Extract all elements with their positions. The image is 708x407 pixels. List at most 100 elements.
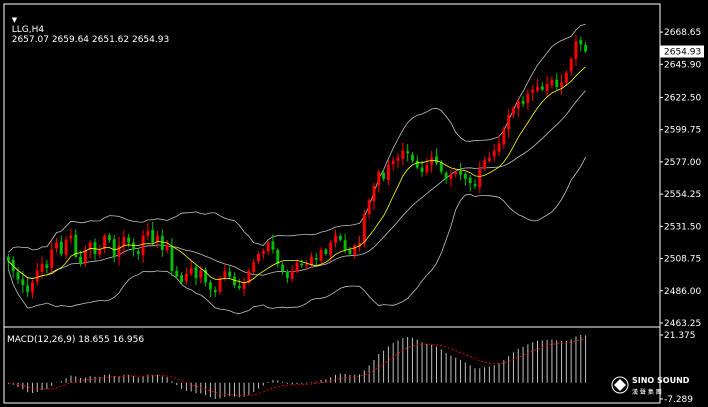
- candle-body: [26, 285, 30, 293]
- candle-body: [584, 44, 588, 52]
- candle-body: [497, 143, 501, 152]
- candle-body: [141, 235, 145, 255]
- candle-body: [213, 290, 217, 293]
- candle-body: [454, 171, 458, 174]
- candle-body: [59, 241, 63, 254]
- candle-body: [512, 108, 515, 115]
- candle-body: [420, 167, 424, 172]
- candle-body: [170, 246, 174, 271]
- candle-body: [362, 214, 366, 244]
- candle-body: [31, 282, 34, 293]
- candle-body: [560, 82, 563, 87]
- candle-body: [459, 171, 462, 175]
- candle-body: [136, 251, 140, 254]
- candle-body: [487, 157, 491, 162]
- candle-body: [367, 200, 371, 215]
- macd-indicator-label: MACD(12,26,9) 18.655 16.956: [7, 335, 144, 345]
- candle-body: [410, 154, 414, 161]
- candle-body: [151, 229, 155, 243]
- candle-body: [382, 172, 386, 179]
- candle-body: [377, 171, 381, 186]
- candle-body: [569, 58, 573, 72]
- candle-body: [103, 235, 107, 249]
- candle-body: [242, 282, 246, 290]
- candle-body: [218, 278, 222, 292]
- y-tick-label: 2531.50: [664, 222, 701, 232]
- candle-body: [290, 270, 294, 279]
- candle-body: [165, 245, 169, 250]
- candle-body: [281, 264, 285, 271]
- candle-body: [483, 160, 487, 169]
- candle-body: [146, 231, 150, 236]
- candle-body: [21, 279, 25, 286]
- y-tick-label: 2645.90: [664, 60, 701, 70]
- price-chart[interactable]: 2668.65 2645.90 2622.50 2599.75 2577.00 2554.…: [0, 0, 708, 407]
- candle-body: [386, 164, 390, 181]
- candle-body: [343, 240, 347, 250]
- candle-body: [257, 253, 260, 262]
- candle-body: [415, 160, 419, 168]
- candle-body: [334, 235, 337, 243]
- candle-body: [579, 40, 583, 45]
- candle-body: [40, 263, 44, 272]
- candle-body: [295, 262, 299, 272]
- candle-body: [444, 172, 448, 179]
- y-tick-label: 2622.50: [664, 93, 701, 103]
- candle-body: [98, 249, 102, 255]
- y-tick-label: 2599.75: [664, 126, 701, 136]
- candle-body: [478, 168, 482, 188]
- candle-body: [550, 79, 554, 86]
- candle-body: [45, 264, 49, 269]
- candle-body: [35, 270, 39, 282]
- candle-body: [353, 245, 357, 255]
- candle-body: [507, 115, 511, 130]
- y-tick-label: 2668.65: [664, 28, 701, 38]
- candle-body: [305, 263, 309, 265]
- candle-body: [372, 185, 376, 202]
- candle-body: [16, 272, 20, 280]
- y-tick-label: 2577.00: [664, 158, 701, 168]
- candle-body: [261, 251, 265, 254]
- y-tick-label: 2463.25: [664, 319, 701, 329]
- candle-body: [228, 271, 232, 277]
- candle-body: [117, 245, 121, 258]
- candle-body: [189, 268, 193, 274]
- candle-body: [492, 150, 496, 157]
- macd-y-tick-label: 21.375: [664, 331, 696, 341]
- candle-body: [194, 267, 198, 279]
- y-tick-label: 2486.00: [664, 287, 701, 297]
- candle-body: [208, 282, 212, 290]
- candle-body: [276, 249, 280, 264]
- candle-body: [175, 270, 179, 277]
- candle-body: [300, 263, 304, 266]
- candle-body: [425, 164, 429, 173]
- candle-body: [439, 162, 443, 172]
- candle-body: [132, 242, 135, 250]
- watermark-sub: 漢 聲 集 團: [632, 388, 662, 396]
- candle-body: [271, 241, 275, 250]
- candle-body: [237, 286, 241, 288]
- candle-body: [391, 160, 395, 165]
- candle-body: [127, 237, 131, 243]
- candle-body: [536, 86, 539, 91]
- candle-body: [285, 271, 289, 279]
- candle-body: [324, 249, 328, 254]
- candle-body: [396, 157, 400, 161]
- candle-body: [64, 239, 68, 255]
- candle-body: [555, 79, 559, 87]
- candle-body: [180, 275, 184, 283]
- candle-body: [252, 262, 256, 273]
- candle-body: [112, 239, 116, 257]
- candle-body: [348, 249, 352, 254]
- candle-body: [401, 150, 405, 159]
- candle-body: [406, 151, 410, 154]
- candle-body: [468, 177, 472, 184]
- sinosound-logo: SINO SOUND 漢 聲 集 團: [611, 376, 690, 396]
- candle-body: [160, 236, 164, 250]
- candle-body: [79, 256, 82, 264]
- watermark-brand: SINO SOUND: [632, 376, 690, 385]
- candle-body: [329, 242, 333, 255]
- candle-body: [184, 273, 188, 282]
- candle-body: [545, 83, 549, 91]
- candle-body: [516, 100, 520, 109]
